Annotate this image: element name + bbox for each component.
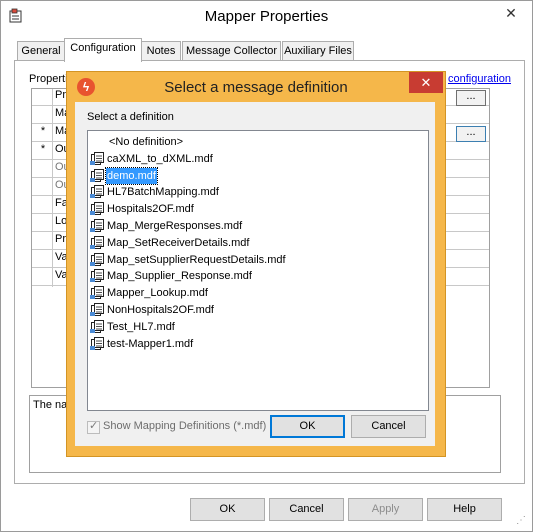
select-definition-dialog: ϟ Select a message definition ✕ Select a… — [66, 71, 446, 457]
dialog-subtitle: Select a definition — [87, 111, 174, 123]
mapping-file-icon — [90, 319, 104, 334]
window-close-button[interactable]: ✕ — [495, 3, 527, 23]
mapping-file-icon — [90, 336, 104, 351]
configuration-link[interactable]: configuration — [448, 73, 511, 85]
property-ellipsis-button[interactable]: ... — [456, 126, 486, 142]
tab-message-collector[interactable]: Message Collector — [182, 41, 281, 61]
mapping-file-icon — [90, 168, 104, 183]
mapping-file-icon — [90, 219, 104, 233]
definition-label: caXML_to_dXML.mdf — [107, 152, 213, 165]
definition-label: Test_HL7.mdf — [107, 320, 175, 333]
definition-label: test-Mapper1.mdf — [107, 337, 194, 350]
property-ellipsis-button[interactable]: ... — [456, 90, 486, 106]
definition-label: Map_MergeResponses.mdf — [107, 220, 243, 232]
tab-configuration[interactable]: Configuration — [64, 38, 142, 62]
definition-label: Map_Supplier_Response.mdf — [107, 270, 252, 283]
definition-label: HL7BatchMapping.mdf — [107, 186, 219, 199]
dialog-cancel-button[interactable]: Cancel — [351, 415, 426, 438]
ok-button[interactable]: OK — [190, 498, 265, 521]
definition-label: Map_setSupplierRequestDetails.mdf — [107, 253, 286, 266]
tab-notes[interactable]: Notes — [141, 41, 181, 61]
definition-list[interactable]: <No definition> caXML_to_dXML.mdf demo.mdf… — [87, 130, 429, 411]
mapping-file-icon — [90, 185, 104, 199]
definition-label: NonHospitals2OF.mdf — [107, 304, 214, 316]
window-title: Mapper Properties — [204, 8, 329, 25]
tab-general[interactable]: General — [17, 41, 65, 61]
row-marker: * — [40, 125, 46, 137]
checkbox-checked-icon[interactable] — [87, 419, 100, 434]
definition-label: Mapper_Lookup.mdf — [107, 287, 208, 300]
cancel-button[interactable]: Cancel — [269, 498, 344, 521]
definition-label: <No definition> — [109, 136, 183, 148]
title-bar: Mapper Properties ✕ — [1, 1, 532, 33]
dialog-body: Select a definition <No definition> caXML… — [75, 102, 435, 446]
mapping-file-icon — [90, 202, 104, 216]
apply-button[interactable]: Apply — [348, 498, 423, 521]
mapping-file-icon — [90, 303, 104, 317]
resize-grip-icon[interactable]: ⋰ — [516, 515, 526, 526]
tab-auxiliary-files[interactable]: Auxiliary Files — [282, 41, 354, 61]
dialog-ok-button[interactable]: OK — [270, 415, 345, 438]
mapping-file-icon — [90, 252, 104, 267]
definition-label: Map_SetReceiverDetails.mdf — [107, 236, 250, 249]
mapping-file-icon — [90, 286, 104, 300]
mapping-file-icon — [90, 235, 104, 250]
dialog-title: Select a message definition — [164, 79, 348, 96]
dialog-close-button[interactable]: ✕ — [409, 72, 443, 93]
mapping-file-icon — [90, 151, 104, 166]
checkbox-label: Show Mapping Definitions (*.mdf) — [103, 420, 267, 432]
help-button[interactable]: Help — [427, 498, 502, 521]
properties-label: Properti — [29, 73, 68, 85]
definition-label: Hospitals2OF.mdf — [107, 203, 194, 216]
row-marker: * — [40, 143, 46, 155]
definition-label: demo.mdf — [105, 166, 158, 185]
mapping-file-icon — [90, 269, 104, 283]
